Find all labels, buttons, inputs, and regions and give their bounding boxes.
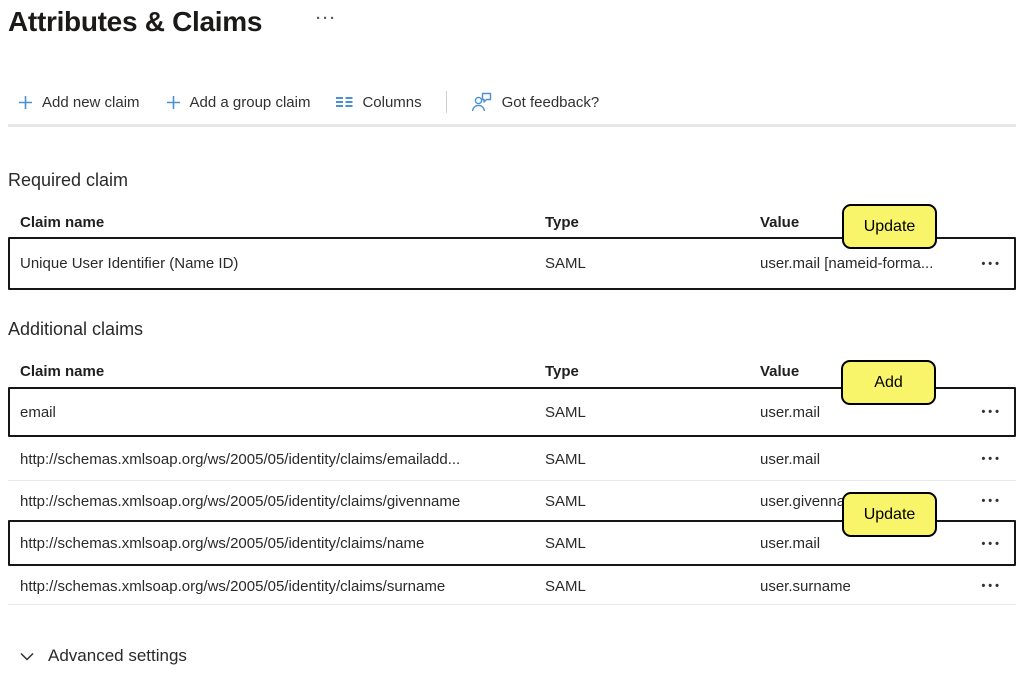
got-feedback-label: Got feedback? — [502, 94, 600, 111]
table-row-emailaddress[interactable]: http://schemas.xmlsoap.org/ws/2005/05/id… — [8, 437, 1016, 481]
chevron-down-icon — [20, 646, 34, 666]
claim-type-cell: SAML — [545, 237, 586, 290]
claim-value-cell: user.surname — [760, 566, 851, 606]
columns-button[interactable]: Columns — [336, 94, 421, 111]
add-group-claim-label: Add a group claim — [190, 94, 311, 111]
claim-type-cell: SAML — [545, 521, 586, 566]
claim-value-cell: user.mail — [760, 521, 820, 566]
plus-icon — [166, 95, 181, 110]
column-header-type: Type — [545, 363, 579, 380]
add-new-claim-button[interactable]: Add new claim — [18, 94, 140, 111]
claim-name-cell[interactable]: http://schemas.xmlsoap.org/ws/2005/05/id… — [20, 566, 445, 606]
annotation-callout-add: Add — [841, 360, 936, 405]
claim-type-cell: SAML — [545, 481, 586, 521]
row-context-menu-button[interactable]: ••• — [981, 237, 1002, 290]
got-feedback-button[interactable]: Got feedback? — [471, 92, 600, 112]
add-new-claim-label: Add new claim — [42, 94, 140, 111]
row-separator — [8, 604, 1016, 605]
columns-label: Columns — [362, 94, 421, 111]
claim-name-cell[interactable]: http://schemas.xmlsoap.org/ws/2005/05/id… — [20, 481, 460, 521]
row-context-menu-button[interactable]: ••• — [981, 387, 1002, 437]
claim-type-cell: SAML — [545, 566, 586, 606]
row-context-menu-button[interactable]: ••• — [981, 481, 1002, 521]
annotation-callout-update: Update — [842, 492, 937, 537]
claim-name-cell[interactable]: http://schemas.xmlsoap.org/ws/2005/05/id… — [20, 437, 460, 481]
advanced-settings-label: Advanced settings — [48, 646, 187, 666]
row-context-menu-button[interactable]: ••• — [981, 437, 1002, 481]
more-options-icon[interactable]: ··· — [316, 10, 337, 27]
advanced-settings-expander[interactable]: Advanced settings — [20, 643, 187, 669]
toolbar-divider — [446, 91, 447, 113]
annotation-callout-update: Update — [842, 204, 937, 249]
claim-name-cell[interactable]: Unique User Identifier (Name ID) — [20, 237, 238, 290]
claim-type-cell: SAML — [545, 437, 586, 481]
plus-icon — [18, 95, 33, 110]
attributes-claims-page: Attributes & Claims ··· Add new claim Ad… — [0, 0, 1024, 673]
claim-name-cell[interactable]: http://schemas.xmlsoap.org/ws/2005/05/id… — [20, 521, 424, 566]
add-group-claim-button[interactable]: Add a group claim — [166, 94, 311, 111]
additional-claims-heading: Additional claims — [8, 319, 143, 340]
claim-name-cell[interactable]: email — [20, 387, 56, 437]
feedback-icon — [471, 92, 493, 112]
column-header-claim-name: Claim name — [20, 214, 104, 231]
required-claim-heading: Required claim — [8, 170, 128, 191]
page-title: Attributes & Claims — [8, 6, 262, 38]
columns-icon — [336, 95, 353, 109]
claim-type-cell: SAML — [545, 387, 586, 437]
row-context-menu-button[interactable]: ••• — [981, 521, 1002, 566]
column-header-value: Value — [760, 214, 799, 231]
claim-value-cell: user.mail — [760, 437, 820, 481]
column-header-type: Type — [545, 214, 579, 231]
column-header-value: Value — [760, 363, 799, 380]
toolbar-separator-line — [8, 124, 1016, 127]
command-bar: Add new claim Add a group claim Columns — [18, 88, 599, 116]
row-context-menu-button[interactable]: ••• — [981, 566, 1002, 606]
column-header-claim-name: Claim name — [20, 363, 104, 380]
claim-value-cell: user.mail — [760, 387, 820, 437]
table-row-surname[interactable]: http://schemas.xmlsoap.org/ws/2005/05/id… — [8, 566, 1016, 606]
